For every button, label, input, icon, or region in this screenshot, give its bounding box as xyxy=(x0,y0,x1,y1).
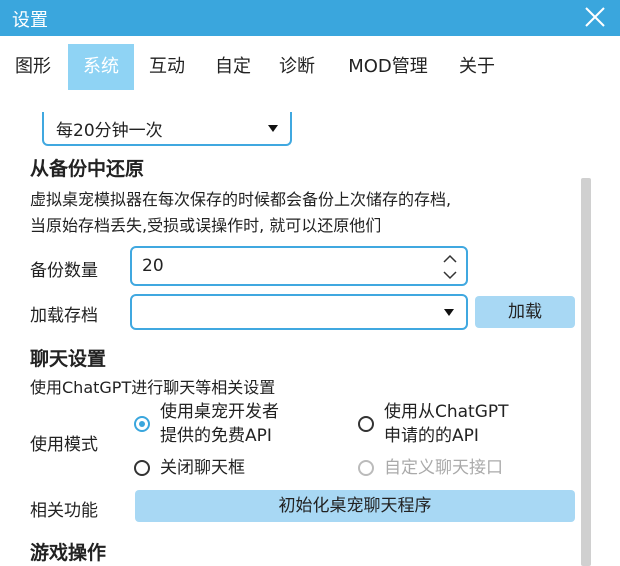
backup-count-label: 备份数量 xyxy=(30,261,98,281)
restore-heading: 从备份中还原 xyxy=(30,158,145,180)
radio-own-api-label[interactable]: 使用从ChatGPT 申请的的API xyxy=(384,400,509,448)
chat-mode-label: 使用模式 xyxy=(30,435,98,455)
game-heading: 游戏操作 xyxy=(30,542,107,564)
tab-custom[interactable]: 自定 xyxy=(206,44,260,90)
restore-desc-line2: 当原始存档丢失,受损或误操作时, 就可以还原他们 xyxy=(30,216,382,235)
radio-free-api-label[interactable]: 使用桌宠开发者 提供的免费API xyxy=(160,400,279,448)
tab-mod-manager[interactable]: MOD管理 xyxy=(338,44,438,90)
radio-close-chat[interactable] xyxy=(134,460,150,476)
related-functions-label: 相关功能 xyxy=(30,501,98,521)
scrollbar[interactable] xyxy=(581,178,591,566)
backup-count-value: 20 xyxy=(142,256,164,276)
load-save-select[interactable] xyxy=(130,294,468,330)
title-bar: 设置 xyxy=(0,0,620,36)
radio-custom-chat xyxy=(358,460,374,476)
chevron-down-icon xyxy=(444,309,454,316)
radio-close-chat-label[interactable]: 关闭聊天框 xyxy=(160,456,245,480)
system-settings-panel: 每20分钟一次 从备份中还原 虚拟桌宠模拟器在每次保存的时候都会备份上次储存的存… xyxy=(0,96,620,566)
tab-interaction[interactable]: 互动 xyxy=(140,44,194,90)
tab-diagnostics[interactable]: 诊断 xyxy=(270,44,324,90)
radio-free-api[interactable] xyxy=(134,416,150,432)
tab-about[interactable]: 关于 xyxy=(450,44,504,90)
chevron-down-icon xyxy=(268,125,278,132)
chat-heading: 聊天设置 xyxy=(30,348,107,370)
radio-custom-chat-label: 自定义聊天接口 xyxy=(384,458,503,478)
backup-interval-value: 每20分钟一次 xyxy=(56,121,163,141)
tab-graphics[interactable]: 图形 xyxy=(6,44,60,90)
restore-desc-line1: 虚拟桌宠模拟器在每次保存的时候都会备份上次储存的存档, xyxy=(30,190,452,209)
radio-own-api[interactable] xyxy=(358,416,374,432)
load-button[interactable]: 加载 xyxy=(475,296,575,328)
backup-count-stepper[interactable]: 20 xyxy=(130,246,468,286)
load-save-label: 加载存档 xyxy=(30,306,98,326)
chat-desc: 使用ChatGPT进行聊天等相关设置 xyxy=(30,378,276,397)
close-icon[interactable] xyxy=(580,2,610,32)
backup-interval-select[interactable]: 每20分钟一次 xyxy=(42,112,292,146)
tab-system[interactable]: 系统 xyxy=(68,44,134,90)
init-chat-button[interactable]: 初始化桌宠聊天程序 xyxy=(135,490,575,522)
stepper-arrows-icon[interactable] xyxy=(442,252,458,282)
window-title: 设置 xyxy=(12,10,48,31)
tab-bar: 图形 系统 互动 自定 诊断 MOD管理 关于 xyxy=(0,44,620,90)
